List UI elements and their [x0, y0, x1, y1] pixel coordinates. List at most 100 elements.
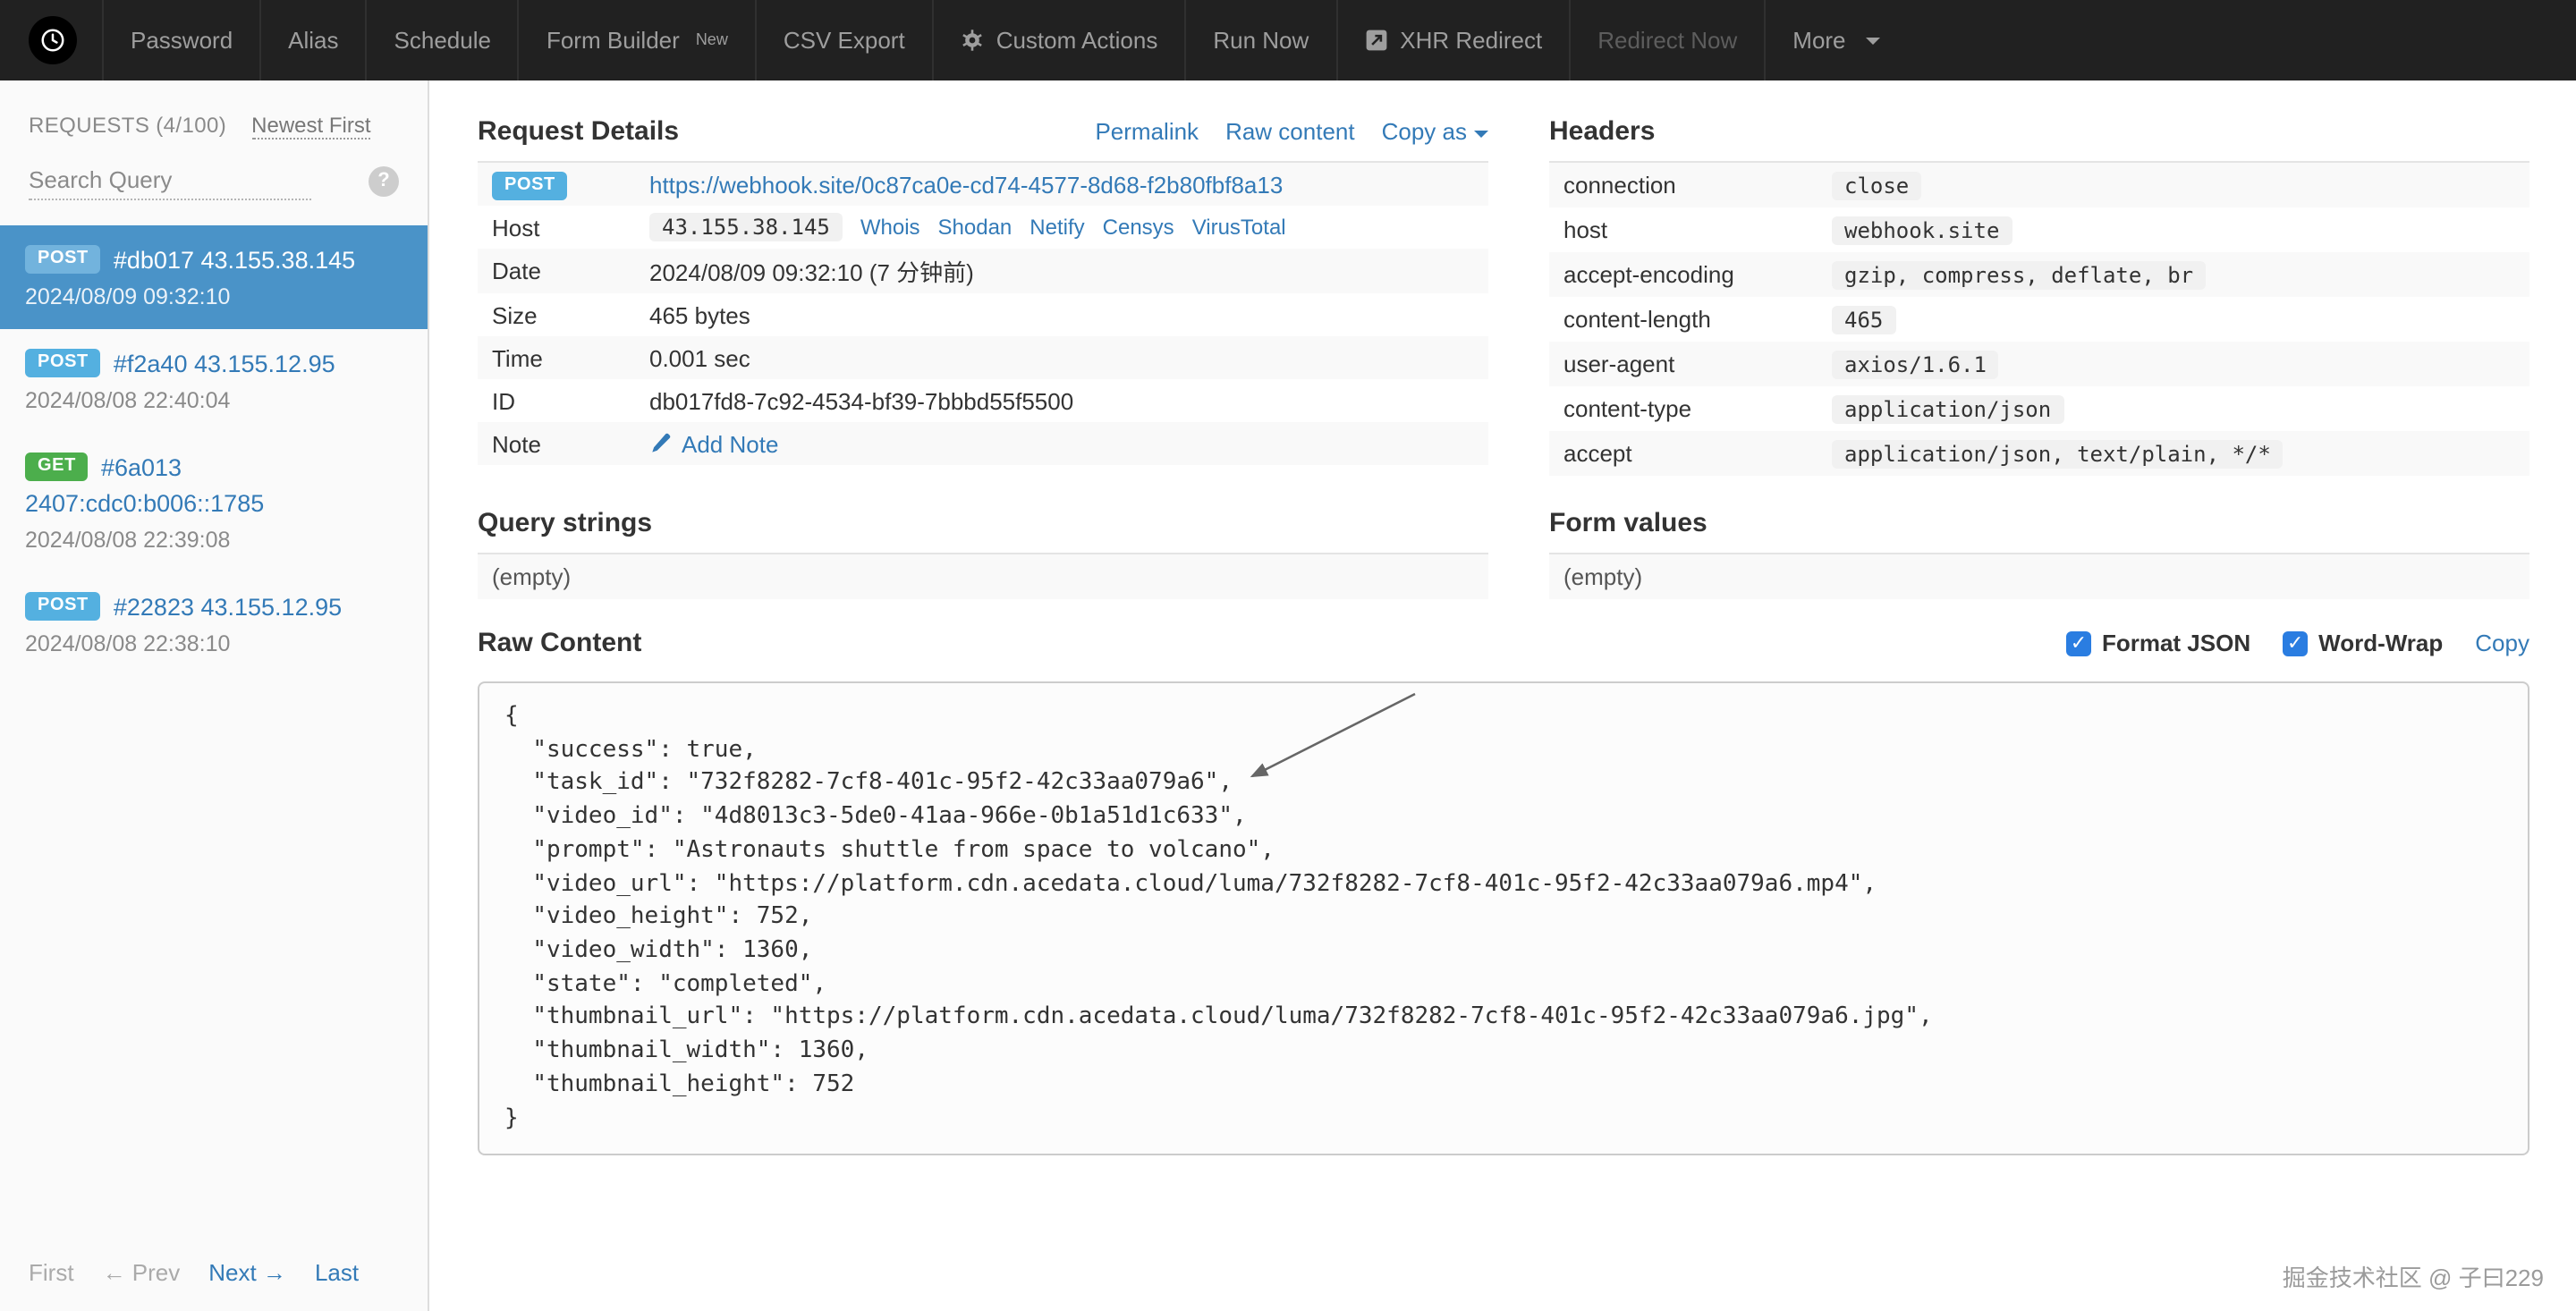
- clock-icon[interactable]: [29, 16, 77, 64]
- header-value: application/json, text/plain, */*: [1832, 440, 2284, 469]
- shodan-link[interactable]: Shodan: [938, 215, 1013, 240]
- sort-order-toggle[interactable]: Newest First: [251, 113, 371, 140]
- search-input[interactable]: [29, 161, 311, 200]
- host-ip-value: 43.155.38.145: [649, 213, 843, 241]
- help-icon[interactable]: ?: [369, 165, 399, 196]
- format-json-checkbox[interactable]: ✓ Format JSON: [2065, 630, 2251, 656]
- nav-more-dropdown[interactable]: More: [1764, 0, 1906, 80]
- request-label: #f2a40 43.155.12.95: [113, 350, 335, 376]
- nav-run-now[interactable]: Run Now: [1184, 0, 1335, 80]
- whois-link[interactable]: Whois: [860, 215, 920, 240]
- raw-content-header: Raw Content ✓ Format JSON ✓ Word-Wrap Co…: [478, 628, 2529, 658]
- form-values-empty: (empty): [1549, 554, 2529, 599]
- gear-icon: [962, 30, 982, 51]
- caret-down-icon: [1865, 37, 1880, 44]
- request-date: 2024/08/08 22:38:10: [25, 631, 231, 656]
- netify-link[interactable]: Netify: [1030, 215, 1084, 240]
- search-bar: ?: [0, 140, 428, 225]
- detail-label: Time: [492, 344, 543, 371]
- detail-row-size: Size 465 bytes: [478, 293, 1488, 336]
- detail-method-cell: POST: [492, 168, 649, 200]
- header-value: 465: [1832, 306, 1896, 334]
- nav-custom-actions[interactable]: Custom Actions: [931, 0, 1185, 80]
- detail-label: Size: [492, 301, 538, 328]
- nav-password[interactable]: Password: [102, 0, 259, 80]
- request-url-link[interactable]: https://webhook.site/0c87ca0e-cd74-4577-…: [649, 171, 1283, 198]
- caret-down-icon: [1474, 130, 1488, 138]
- checkbox-checked-icon: ✓: [2065, 630, 2091, 656]
- add-note-button[interactable]: Add Note: [649, 430, 778, 457]
- detail-id-value: db017fd8-7c92-4534-bf39-7bbbd55f5500: [649, 387, 1074, 414]
- copy-raw-content-link[interactable]: Copy: [2475, 630, 2529, 656]
- pagination-first[interactable]: First: [29, 1259, 74, 1286]
- nav-xhr-redirect[interactable]: XHR Redirect: [1335, 0, 1569, 80]
- word-wrap-checkbox[interactable]: ✓ Word-Wrap: [2283, 630, 2443, 656]
- detail-label: Note: [492, 430, 541, 457]
- raw-content-link[interactable]: Raw content: [1225, 118, 1355, 145]
- nav-xhr-redirect-label: XHR Redirect: [1400, 27, 1543, 54]
- header-value: application/json: [1832, 395, 2064, 424]
- sidebar: REQUESTS (4/100) Newest First ? POST #db…: [0, 80, 429, 1311]
- requests-count-label: REQUESTS (4/100): [29, 113, 227, 138]
- nav-alias[interactable]: Alias: [259, 0, 365, 80]
- detail-time-value: 0.001 sec: [649, 344, 750, 371]
- header-name: accept-encoding: [1563, 261, 1734, 288]
- copy-as-dropdown[interactable]: Copy as: [1382, 118, 1488, 145]
- detail-row-host: Host 43.155.38.145 Whois Shodan Netify C…: [478, 206, 1488, 249]
- nav-csv-export[interactable]: CSV Export: [754, 0, 932, 80]
- nav-redirect-now[interactable]: Redirect Now: [1569, 0, 1764, 80]
- raw-content-card: { "success": true, "task_id": "732f8282-…: [478, 681, 2529, 1156]
- pagination-last[interactable]: Last: [315, 1259, 359, 1286]
- headers-panel: Headers connection close host webhook.si…: [1549, 116, 2529, 476]
- request-details-panel: Request Details Permalink Raw content Co…: [478, 116, 1488, 465]
- copy-as-label: Copy as: [1381, 118, 1467, 145]
- format-json-label: Format JSON: [2101, 630, 2251, 656]
- request-item-db017[interactable]: POST #db017 43.155.38.145 2024/08/09 09:…: [0, 225, 428, 329]
- request-line: GET #6a013: [25, 453, 402, 481]
- pagination-prev[interactable]: ← Prev: [103, 1259, 181, 1286]
- request-item-6a013[interactable]: GET #6a013 2407:cdc0:b006::1785 2024/08/…: [0, 433, 428, 572]
- header-name: content-length: [1563, 306, 1711, 333]
- detail-row-id: ID db017fd8-7c92-4534-bf39-7bbbd55f5500: [478, 379, 1488, 422]
- pagination-next[interactable]: Next →: [208, 1259, 286, 1286]
- form-values-header: Form values: [1549, 508, 2529, 554]
- detail-label: Date: [492, 258, 541, 284]
- nav-form-builder[interactable]: Form Builder New: [517, 0, 755, 80]
- form-values-title: Form values: [1549, 508, 1707, 538]
- request-label: #6a013: [100, 453, 182, 480]
- detail-label: ID: [492, 387, 515, 414]
- request-date: 2024/08/08 22:39:08: [25, 528, 231, 553]
- header-row: host webhook.site: [1549, 207, 2529, 252]
- request-line: POST #22823 43.155.12.95: [25, 592, 402, 621]
- censys-link[interactable]: Censys: [1103, 215, 1174, 240]
- detail-size-value: 465 bytes: [649, 301, 750, 328]
- header-value: webhook.site: [1832, 216, 2012, 245]
- method-badge: POST: [492, 172, 568, 200]
- raw-json-body: { "success": true, "task_id": "732f8282-…: [504, 703, 1933, 1132]
- detail-row-time: Time 0.001 sec: [478, 336, 1488, 379]
- virustotal-link[interactable]: VirusTotal: [1192, 215, 1286, 240]
- detail-label: Host: [492, 214, 540, 241]
- request-details-title: Request Details: [478, 116, 680, 147]
- request-details-table: POST https://webhook.site/0c87ca0e-cd74-…: [478, 163, 1488, 465]
- detail-url-cell: https://webhook.site/0c87ca0e-cd74-4577-…: [649, 171, 1474, 198]
- header-name: connection: [1563, 172, 1676, 199]
- checkbox-checked-icon: ✓: [2283, 630, 2309, 656]
- request-item-f2a40[interactable]: POST #f2a40 43.155.12.95 2024/08/08 22:4…: [0, 329, 428, 433]
- headers-table: connection close host webhook.site accep…: [1549, 163, 2529, 476]
- raw-content-section: Raw Content ✓ Format JSON ✓ Word-Wrap Co…: [478, 628, 2529, 1156]
- header-row: accept-encoding gzip, compress, deflate,…: [1549, 252, 2529, 297]
- nav-schedule[interactable]: Schedule: [365, 0, 518, 80]
- permalink-link[interactable]: Permalink: [1095, 118, 1199, 145]
- detail-row-note: Note Add Note: [478, 422, 1488, 465]
- method-badge: POST: [25, 245, 101, 274]
- nav-custom-actions-label: Custom Actions: [996, 27, 1158, 54]
- request-item-22823[interactable]: POST #22823 43.155.12.95 2024/08/08 22:3…: [0, 572, 428, 676]
- navbar: Password Alias Schedule Form Builder New…: [0, 0, 2576, 80]
- clock-icon-glyph: [41, 29, 64, 52]
- pencil-icon: [652, 433, 671, 453]
- nav-form-builder-label: Form Builder: [546, 27, 680, 54]
- webhook-app: Password Alias Schedule Form Builder New…: [0, 0, 2576, 1311]
- header-name: content-type: [1563, 395, 1692, 422]
- query-strings-title: Query strings: [478, 508, 653, 538]
